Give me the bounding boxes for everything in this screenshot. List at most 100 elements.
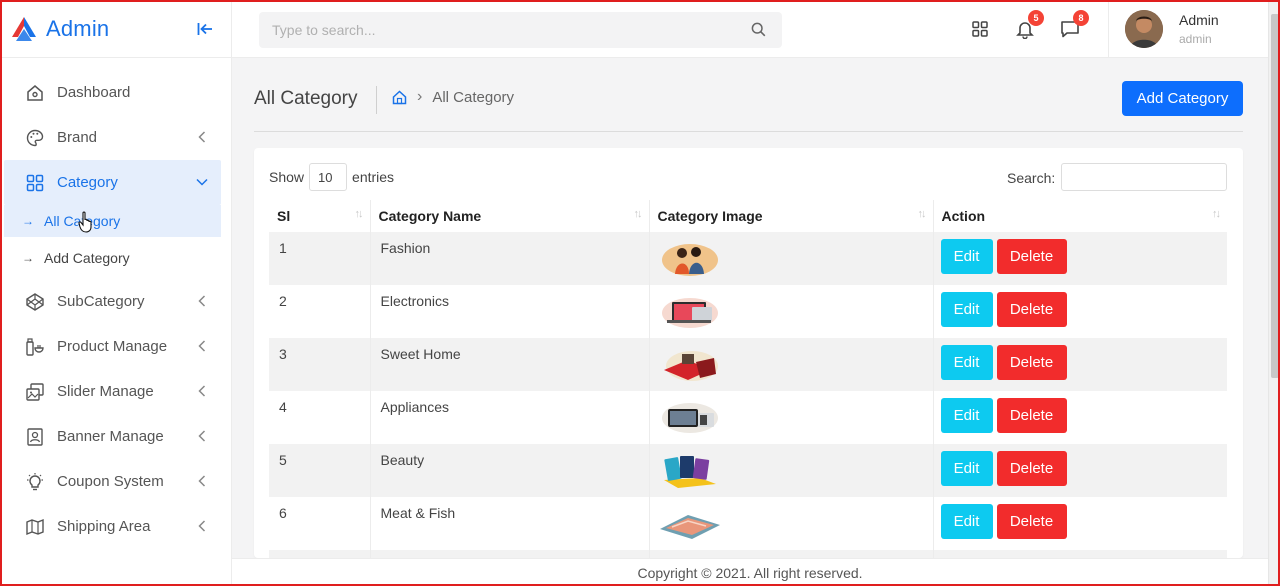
message-badge: 8	[1073, 10, 1089, 26]
scrollbar-thumb[interactable]	[1271, 14, 1279, 378]
category-table-card: Show 10 entries Search: Sl ↑↓ Category Na…	[254, 148, 1243, 558]
sidebar-item-coupon-system[interactable]: Coupon System	[4, 459, 221, 504]
sidebar-item-label: SubCategory	[57, 293, 145, 310]
bulb-icon	[24, 471, 46, 493]
home-icon[interactable]	[392, 89, 407, 105]
submenu-item-add-category[interactable]: → Add Category	[4, 242, 221, 274]
edit-button[interactable]: Edit	[940, 451, 993, 486]
sort-icon: ↑↓	[633, 208, 643, 220]
cell-sl	[269, 550, 371, 558]
table-search-label: Search:	[1007, 170, 1056, 186]
divider	[376, 86, 377, 114]
cell-sl: 2	[269, 285, 371, 338]
avatar	[1125, 10, 1163, 48]
delete-button[interactable]: Delete	[996, 451, 1067, 486]
chevron-left-icon	[195, 428, 209, 444]
sidebar-item-product-manage[interactable]: Product Manage	[4, 324, 221, 369]
edit-button[interactable]: Edit	[940, 345, 993, 380]
edit-button[interactable]: Edit	[940, 398, 993, 433]
cell-action: Edit Delete	[933, 444, 1227, 497]
apps-grid-icon[interactable]	[969, 18, 991, 40]
table-row: 4 Appliances Edit Delete	[269, 391, 1227, 444]
edit-button[interactable]: Edit	[940, 292, 993, 327]
chevron-left-icon	[195, 129, 209, 145]
breadcrumb-current: All Category	[432, 88, 515, 106]
table-search-input[interactable]	[1061, 163, 1227, 191]
sidebar-item-banner-manage[interactable]: Banner Manage	[4, 414, 221, 459]
collapse-sidebar-icon[interactable]	[195, 19, 215, 39]
cell-sl: 1	[269, 232, 371, 285]
sidebar-item-subcategory[interactable]: SubCategory	[4, 279, 221, 324]
delete-button[interactable]: Delete	[996, 292, 1067, 327]
breadcrumb: › All Category	[392, 88, 514, 106]
sweet-home-image	[663, 351, 718, 381]
palette-icon	[24, 127, 46, 149]
sidebar-item-slider-manage[interactable]: Slider Manage	[4, 369, 221, 414]
cell-sl: 3	[269, 338, 371, 391]
chevron-left-icon	[195, 518, 209, 534]
logo-icon	[12, 16, 36, 41]
table-header-row: Sl ↑↓ Category Name ↑↓ Category Image ↑↓ Ac…	[269, 200, 1227, 232]
user-role: admin	[1179, 32, 1212, 46]
search-input[interactable]	[259, 22, 739, 38]
sidebar-item-dashboard[interactable]: Dashboard	[4, 70, 221, 115]
show-entries: Show 10 entries	[269, 163, 394, 191]
electronics-image	[661, 298, 718, 328]
search-icon[interactable]	[751, 22, 766, 42]
user-menu[interactable]: Admin admin	[1108, 0, 1268, 58]
header-label: Category Image	[657, 208, 763, 224]
sort-icon: ↑↓	[1212, 208, 1221, 220]
hand-cursor-icon	[78, 211, 92, 233]
table-row: 5 Beauty Edit Delete	[269, 444, 1227, 497]
entries-label: entries	[352, 169, 395, 185]
table-row: 2 Electronics Edit Delete	[269, 285, 1227, 338]
sidebar-item-label: Brand	[57, 129, 98, 146]
delete-button[interactable]: Delete	[996, 504, 1067, 539]
arrow-right-icon: →	[22, 214, 34, 228]
category-table: Sl ↑↓ Category Name ↑↓ Category Image ↑↓ Ac…	[269, 200, 1227, 558]
add-category-button[interactable]: Add Category	[1122, 81, 1243, 116]
cell-name: Sweet Home	[370, 338, 650, 391]
vertical-scrollbar[interactable]	[1268, 0, 1280, 586]
user-info: Admin admin	[1179, 12, 1219, 46]
table-row: 1 Fashion Edit Delete	[269, 232, 1227, 285]
meat-fish-image	[659, 515, 720, 539]
edit-button[interactable]: Edit	[940, 239, 993, 274]
map-icon	[24, 516, 46, 538]
cell-action: Edit Delete	[933, 391, 1227, 444]
sidebar: Admin Dashboard Brand Category → All Cat…	[0, 0, 232, 586]
column-header-category-name[interactable]: Category Name ↑↓	[370, 200, 650, 232]
sidebar-item-shipping-area[interactable]: Shipping Area	[4, 504, 221, 549]
sidebar-item-label: Dashboard	[57, 84, 131, 101]
sidebar-item-category[interactable]: Category	[4, 160, 221, 205]
product-icon	[24, 336, 46, 358]
delete-button[interactable]: Delete	[996, 345, 1067, 380]
sidebar-item-brand[interactable]: Brand	[4, 115, 221, 160]
table-row: 6 Meat & Fish Edit Delete	[269, 497, 1227, 550]
sidebar-item-label: Category	[57, 174, 118, 191]
category-submenu: → All Category → Add Category	[4, 205, 221, 274]
notification-bell-icon[interactable]: 5	[1014, 10, 1044, 40]
sidebar-item-label: Shipping Area	[57, 518, 151, 535]
cell-image	[649, 497, 934, 550]
table-row	[269, 550, 1227, 558]
chevron-down-icon	[195, 174, 209, 190]
delete-button[interactable]: Delete	[996, 239, 1067, 274]
entries-select[interactable]: 10	[309, 163, 348, 191]
header-label: Action	[941, 208, 986, 224]
sidebar-item-label: Product Manage	[57, 338, 168, 355]
chevron-left-icon	[195, 473, 209, 489]
column-header-action[interactable]: Action ↑↓	[933, 200, 1227, 232]
edit-button[interactable]: Edit	[940, 504, 993, 539]
topbar: 5 8 Admin admin	[232, 0, 1268, 58]
column-header-category-image[interactable]: Category Image ↑↓	[649, 200, 934, 232]
cell-sl: 5	[269, 444, 371, 497]
delete-button[interactable]: Delete	[996, 398, 1067, 433]
message-icon[interactable]: 8	[1059, 10, 1089, 40]
grid-icon	[24, 172, 46, 194]
cell-image	[649, 232, 934, 285]
submenu-item-all-category[interactable]: → All Category	[4, 205, 221, 237]
cell-name: Fashion	[370, 232, 650, 285]
sidebar-menu: Dashboard Brand Category → All Category …	[0, 58, 231, 549]
column-header-sl[interactable]: Sl ↑↓	[269, 200, 371, 232]
